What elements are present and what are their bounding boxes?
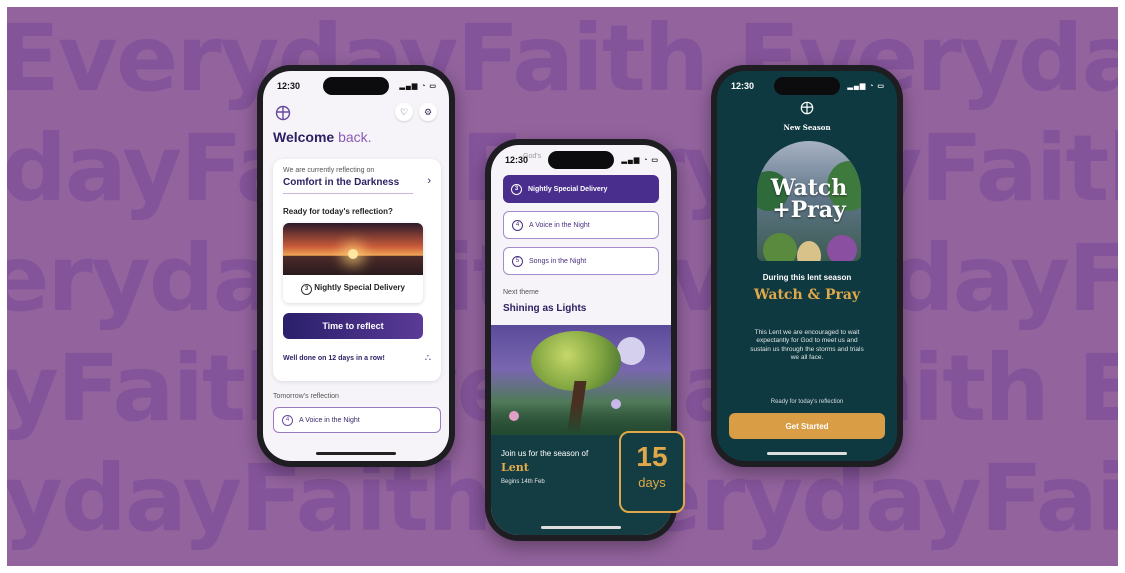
dynamic-island xyxy=(323,77,389,95)
artwork-title-line1: Watch xyxy=(770,175,848,201)
item-title: Nightly Special Delivery xyxy=(528,185,608,193)
cross-logo-icon xyxy=(800,101,814,115)
home-screen: 12:30 ▂▄▆ ◔ ▭ ♡ ⚙ Welcome back. We are c… xyxy=(263,71,449,461)
item-number: 4 xyxy=(512,219,523,231)
season-description: This Lent we are encouraged to wait expe… xyxy=(750,329,864,362)
dynamic-island xyxy=(774,77,840,95)
artwork-title: Watch +Pray xyxy=(757,177,861,221)
begins-date: Begins 14th Feb xyxy=(501,479,545,485)
new-season-screen: 12:30 ▂▄▆ ◔ ▭ New Season Watch +Pray Dur… xyxy=(717,71,897,461)
reflection-number: 3 xyxy=(301,283,313,295)
moon-illustration xyxy=(617,337,645,365)
item-title: A Voice in the Night xyxy=(529,221,590,229)
welcome-text: Welcome xyxy=(273,129,335,145)
sun-glow xyxy=(348,249,358,259)
flower xyxy=(509,411,519,421)
time-to-reflect-button[interactable]: Time to reflect xyxy=(283,313,423,339)
foliage xyxy=(763,233,797,261)
background-wordmark-row: EverydayFaith EverydayFaith EverydayFait… xyxy=(7,7,1118,112)
tomorrow-label: Tomorrow's reflection xyxy=(273,393,339,400)
during-season-text: During this lent season xyxy=(762,273,852,282)
reflecting-label: We are currently reflecting on xyxy=(283,167,375,174)
ready-prompt: Ready for today's reflection? xyxy=(283,207,393,216)
status-icons: ▂▄▆ ◔ ▭ xyxy=(399,83,437,90)
artwork-title-line2: +Pray xyxy=(772,197,846,223)
item-number: 3 xyxy=(511,183,522,195)
watch-pray-artwork: Watch +Pray xyxy=(757,141,861,261)
streak-message: Well done on 12 days in a row! xyxy=(283,355,385,362)
divider xyxy=(283,193,413,194)
status-time: 12:30 xyxy=(731,81,755,91)
join-text: Join us for the season of xyxy=(501,449,589,458)
flowers xyxy=(827,235,857,261)
home-indicator[interactable] xyxy=(316,452,396,455)
item-title: Songs in the Night xyxy=(529,257,587,265)
new-season-label: New Season xyxy=(783,123,831,132)
days-countdown-badge: 15 days xyxy=(619,431,685,513)
lent-title: Lent xyxy=(501,461,529,474)
days-unit: days xyxy=(638,475,666,490)
reflection-item[interactable]: 4 A Voice in the Night xyxy=(503,211,659,239)
reflection-title-text: Nightly Special Delivery xyxy=(314,283,405,292)
get-started-button[interactable]: Get Started xyxy=(729,413,885,439)
status-time: 12:30 xyxy=(505,155,529,165)
sunset-image xyxy=(283,223,423,275)
ready-label: Ready for today's reflection xyxy=(770,399,844,405)
phone-new-season-screen: 12:30 ▂▄▆ ◔ ▭ New Season Watch +Pray Dur… xyxy=(711,65,903,467)
promo-background: EverydayFaith EverydayFaith EverydayFait… xyxy=(7,7,1118,566)
current-theme-link[interactable]: Comfort in the Darkness xyxy=(283,177,399,188)
home-indicator[interactable] xyxy=(767,452,847,455)
tree-illustration xyxy=(491,325,671,435)
flower xyxy=(611,399,621,409)
reflection-title: 3 Nightly Special Delivery xyxy=(283,283,423,295)
dynamic-island xyxy=(548,151,614,169)
todays-reflection-card[interactable]: 3 Nightly Special Delivery xyxy=(283,223,423,303)
welcome-back-text: back. xyxy=(338,129,372,145)
settings-icon[interactable]: ⚙ xyxy=(419,103,437,121)
next-theme-title[interactable]: Shining as Lights xyxy=(503,303,586,314)
days-number: 15 xyxy=(636,441,668,472)
reflection-card: We are currently reflecting on Comfort i… xyxy=(273,159,441,381)
item-number: 5 xyxy=(512,255,523,267)
home-indicator[interactable] xyxy=(541,526,621,529)
heart-icon[interactable]: ♡ xyxy=(395,103,413,121)
tomorrow-title: A Voice in the Night xyxy=(299,416,360,424)
phone-home-screen: 12:30 ▂▄▆ ◔ ▭ ♡ ⚙ Welcome back. We are c… xyxy=(257,65,455,467)
next-theme-label: Next theme xyxy=(503,289,539,296)
welcome-heading: Welcome back. xyxy=(273,129,372,145)
reflection-item-active[interactable]: 3 Nightly Special Delivery xyxy=(503,175,659,203)
path xyxy=(797,241,821,261)
tomorrow-number: 4 xyxy=(282,414,293,426)
share-icon[interactable]: ⛬ xyxy=(425,352,431,363)
cross-logo-icon[interactable] xyxy=(275,105,291,121)
chevron-right-icon[interactable]: › xyxy=(427,175,431,187)
status-time: 12:30 xyxy=(277,81,301,91)
reflection-item[interactable]: 5 Songs in the Night xyxy=(503,247,659,275)
watch-pray-title: Watch & Pray xyxy=(753,287,861,303)
tomorrow-reflection-item[interactable]: 4 A Voice in the Night xyxy=(273,407,441,433)
status-icons: ▂▄▆ ◔ ▭ xyxy=(847,83,885,90)
status-icons: ▂▄▆ ◔ ▭ xyxy=(621,157,659,164)
